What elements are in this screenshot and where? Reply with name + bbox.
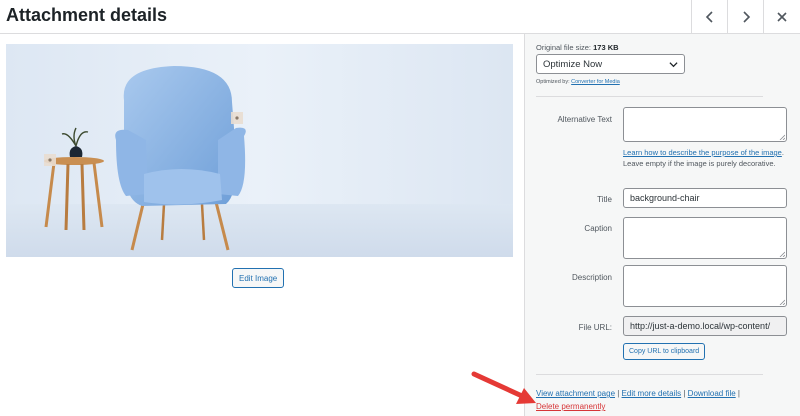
edit-more-details-link[interactable]: Edit more details	[622, 389, 682, 398]
action-separator: |	[735, 389, 741, 398]
caption-field[interactable]	[623, 217, 787, 259]
original-size-label: Original file size:	[536, 43, 592, 52]
chevron-down-icon	[669, 62, 678, 68]
original-size-value: 173 KB	[593, 43, 619, 52]
edit-image-button[interactable]: Edit Image	[232, 268, 285, 288]
section-divider	[536, 374, 763, 375]
section-divider	[536, 96, 763, 97]
chevron-left-icon	[705, 11, 713, 23]
description-field[interactable]	[623, 265, 787, 307]
alt-text-help-link[interactable]: Learn how to describe the purpose of the…	[623, 148, 782, 157]
file-url-input[interactable]: http://just-a-demo.local/wp-content/	[623, 316, 787, 336]
modal-header: Attachment details	[0, 0, 800, 34]
next-attachment-button[interactable]	[727, 0, 763, 34]
original-file-size: Original file size: 173 KB	[536, 43, 619, 52]
previous-attachment-button[interactable]	[691, 0, 727, 34]
copy-url-button[interactable]: Copy URL to clipboard	[623, 343, 706, 360]
download-file-link[interactable]: Download file	[688, 389, 736, 398]
title-input[interactable]: background-chair	[623, 188, 787, 208]
resize-grip-icon	[779, 251, 785, 257]
file-url-label: File URL:	[578, 323, 612, 332]
attachment-image	[6, 44, 513, 257]
resize-grip-icon	[779, 134, 785, 140]
optimize-select[interactable]: Optimize Now	[536, 54, 685, 74]
optimized-by: Optimized by: Converter for Media	[536, 79, 620, 85]
alt-text-field[interactable]	[623, 107, 787, 142]
attachment-details-panel: Original file size: 173 KB Optimize Now …	[524, 34, 800, 416]
optimize-select-value: Optimize Now	[543, 58, 603, 70]
page-title: Attachment details	[6, 5, 168, 25]
converter-for-media-link[interactable]: Converter for Media	[571, 79, 620, 85]
description-label: Description	[571, 273, 612, 282]
delete-permanently-link[interactable]: Delete permanently	[536, 402, 605, 411]
close-modal-button[interactable]	[763, 0, 800, 34]
attachment-actions: View attachment page | Edit more details…	[536, 387, 766, 413]
title-label: Title	[597, 195, 612, 204]
media-preview-area: Edit Image	[0, 34, 524, 416]
alt-text-help: Learn how to describe the purpose of the…	[623, 147, 789, 169]
close-icon	[777, 12, 787, 22]
annotation-arrow-icon	[471, 371, 536, 404]
alt-text-label: Alternative Text	[557, 115, 612, 124]
view-attachment-page-link[interactable]: View attachment page	[536, 389, 615, 398]
optimized-by-label: Optimized by:	[536, 79, 570, 85]
caption-label: Caption	[584, 224, 612, 233]
chevron-right-icon	[742, 11, 750, 23]
armchair-image	[6, 44, 513, 257]
resize-grip-icon	[779, 299, 785, 305]
